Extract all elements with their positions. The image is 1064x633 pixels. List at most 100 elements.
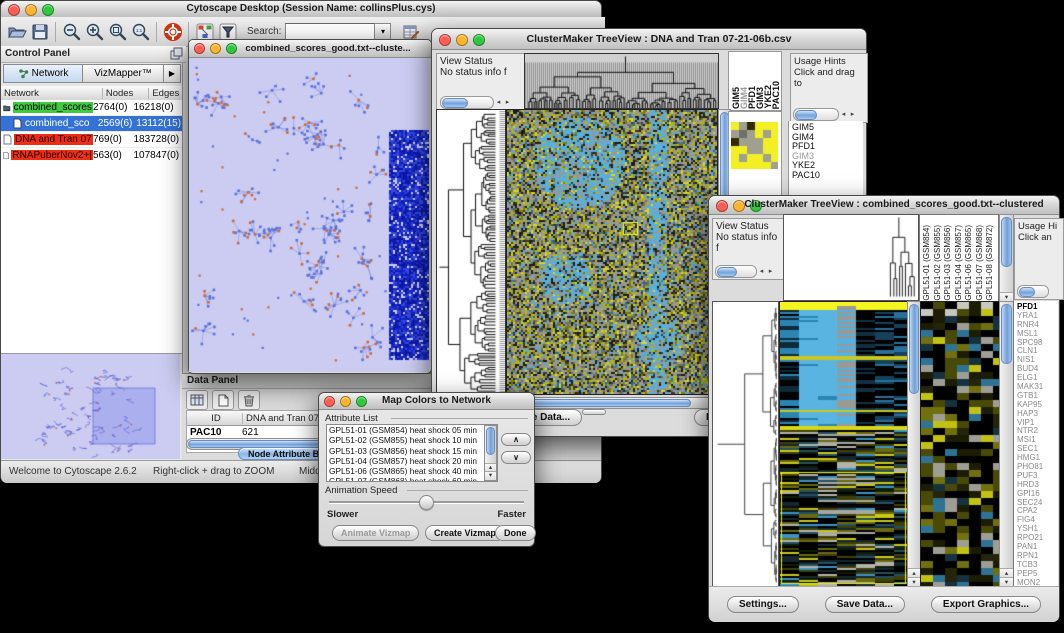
- tv2-column-dendrogram[interactable]: [783, 214, 919, 301]
- gene-label[interactable]: HRD3: [1017, 480, 1058, 489]
- gene-label[interactable]: HAP3: [1017, 409, 1058, 418]
- gene-label[interactable]: CLN1: [1017, 346, 1058, 355]
- gene-label[interactable]: MON2: [1017, 578, 1058, 586]
- column-label[interactable]: GPL51-03 (GSM856): [943, 225, 954, 301]
- network-row[interactable]: combined_scores 2764(0) 16218(0): [1, 100, 182, 116]
- tv2-zoom-scrollbar[interactable]: ▴ ▾: [999, 301, 1014, 588]
- zoom-out-icon[interactable]: [60, 20, 83, 43]
- zoom-in-icon[interactable]: [83, 20, 106, 43]
- delete-attribute-icon[interactable]: [238, 390, 260, 410]
- zoom-actual-icon[interactable]: 1:1: [129, 20, 152, 43]
- export-graphics-button[interactable]: [582, 409, 606, 415]
- gene-label[interactable]: KAP95: [1017, 400, 1058, 409]
- save-data-button[interactable]: Save Data...: [825, 596, 905, 613]
- create-vizmap-button[interactable]: Create Vizmap: [425, 525, 505, 541]
- scroll-right-icon[interactable]: ▸: [503, 98, 512, 106]
- col-edges[interactable]: Edges: [149, 88, 182, 99]
- tv1-global-heatmap[interactable]: [506, 109, 718, 395]
- gene-label[interactable]: BUD4: [1017, 364, 1058, 373]
- scroll-down-icon[interactable]: ▾: [489, 472, 492, 479]
- scroll-up-icon[interactable]: ▴: [912, 570, 915, 577]
- attribute-item[interactable]: GPL51-04 (GSM857) heat shock 20 min: [329, 456, 497, 466]
- minimize-button[interactable]: [210, 43, 221, 54]
- attribute-item[interactable]: GPL51-03 (GSM856) heat shock 15 min: [329, 446, 497, 456]
- network-canvas[interactable]: [189, 58, 429, 372]
- gene-label[interactable]: PAN1: [1017, 542, 1058, 551]
- zoom-selected-icon[interactable]: [106, 20, 129, 43]
- export-graphics-button[interactable]: Export Graphics...: [931, 596, 1041, 613]
- gene-label[interactable]: PEP5: [1017, 569, 1058, 578]
- tv2-zoom-heatmap[interactable]: [920, 301, 1000, 588]
- column-label[interactable]: GPL51-08 (GSM872): [985, 225, 996, 301]
- scroll-left-icon[interactable]: ◂: [757, 267, 766, 275]
- treeview1-titlebar[interactable]: ClusterMaker TreeView : DNA and Tran 07-…: [432, 29, 866, 50]
- gene-label[interactable]: CPA2: [1017, 506, 1058, 515]
- gene-label[interactable]: GPI16: [1017, 489, 1058, 498]
- column-label[interactable]: PAC10: [772, 81, 780, 109]
- network-view-titlebar[interactable]: combined_scores_good.txt--cluste...: [189, 40, 431, 58]
- close-button[interactable]: [194, 43, 205, 54]
- col-nodes[interactable]: Nodes: [103, 88, 150, 99]
- gene-label[interactable]: PHO81: [1017, 462, 1058, 471]
- gene-label[interactable]: RNR4: [1017, 320, 1058, 329]
- speed-slider-thumb[interactable]: [419, 495, 434, 510]
- tab-overflow-button[interactable]: ▶: [164, 64, 181, 83]
- scroll-down-icon[interactable]: ▾: [912, 579, 915, 586]
- dialog-titlebar[interactable]: Map Colors to Network: [319, 393, 534, 410]
- search-input[interactable]: [285, 23, 375, 41]
- save-icon[interactable]: [28, 20, 51, 43]
- status-scroll-pill[interactable]: ◂ ▸: [793, 108, 857, 120]
- close-button[interactable]: [439, 34, 451, 46]
- network-row[interactable]: DNA and Tran 07 769(0) 183728(0): [1, 132, 182, 148]
- gene-label[interactable]: SEC1: [1017, 444, 1058, 453]
- gene-label[interactable]: MSL1: [1017, 329, 1058, 338]
- gene-label[interactable]: NTR2: [1017, 426, 1058, 435]
- col-network[interactable]: Network: [1, 88, 103, 99]
- scroll-left-icon[interactable]: ◂: [839, 110, 848, 118]
- gene-label[interactable]: SPC98: [1017, 338, 1058, 347]
- network-row-selected[interactable]: combined_sco 2569(6) 13112(15): [1, 116, 182, 132]
- tv2-vscrollbar[interactable]: ▴ ▾: [907, 301, 921, 588]
- status-scroll-pill[interactable]: ◂ ▸: [715, 265, 775, 277]
- close-button[interactable]: [716, 200, 728, 212]
- scroll-right-icon[interactable]: ▸: [766, 267, 775, 275]
- gene-label[interactable]: TCB3: [1017, 560, 1058, 569]
- tv1-zoom-heatmap[interactable]: [731, 122, 778, 169]
- settings-button[interactable]: Settings...: [727, 596, 799, 613]
- tv2-collabel-scrollbar[interactable]: ▾: [999, 214, 1014, 303]
- attribute-item[interactable]: GPL51-07 (GSM868) heat shock 60 min: [329, 476, 497, 482]
- column-label[interactable]: GPL51-02 (GSM855): [933, 225, 944, 301]
- tv1-column-dendrogram[interactable]: [524, 53, 719, 109]
- scroll-up-icon[interactable]: ▴: [1005, 570, 1008, 577]
- attribute-item[interactable]: GPL51-01 (GSM854) heat shock 05 min: [329, 425, 497, 435]
- attribute-select-icon[interactable]: [186, 390, 208, 410]
- new-attribute-icon[interactable]: [212, 390, 234, 410]
- network-overview-panel[interactable]: [1, 353, 182, 461]
- gene-label[interactable]: VIP1: [1017, 418, 1058, 427]
- tv1-hscrollbar[interactable]: [506, 397, 718, 409]
- tv1-row-dendrogram[interactable]: [436, 109, 506, 395]
- gene-label[interactable]: PUF3: [1017, 471, 1058, 480]
- gene-label[interactable]: HMG1: [1017, 453, 1058, 462]
- help-lifebuoy-icon[interactable]: [161, 20, 184, 43]
- close-button[interactable]: [324, 396, 335, 407]
- treeview2-titlebar[interactable]: ClusterMaker TreeView : combined_scores_…: [709, 196, 1059, 215]
- move-up-button[interactable]: ∧: [501, 433, 531, 446]
- animate-vizmap-button[interactable]: Animate Vizmap: [332, 525, 419, 541]
- gene-label[interactable]: SEC24: [1017, 498, 1058, 507]
- gene-label[interactable]: RPO21: [1017, 533, 1058, 542]
- scroll-left-icon[interactable]: ◂: [494, 98, 503, 106]
- gene-label[interactable]: YSH1: [1017, 524, 1058, 533]
- attribute-item[interactable]: GPL51-06 (GSM865) heat shock 40 min: [329, 466, 497, 476]
- attribute-listbox[interactable]: GPL51-01 (GSM854) heat shock 05 min GPL51…: [326, 424, 498, 482]
- scroll-right-icon[interactable]: ▸: [848, 110, 857, 118]
- scroll-up-icon[interactable]: ▴: [489, 464, 492, 471]
- gene-label[interactable]: RPN1: [1017, 551, 1058, 560]
- column-label[interactable]: GPL51-07 (GSM868): [975, 225, 986, 301]
- column-label[interactable]: GPL51-01 (GSM854): [922, 225, 933, 301]
- status-scroll-pill[interactable]: ◂ ▸: [440, 96, 512, 108]
- tv2-global-heatmap[interactable]: [779, 301, 908, 588]
- col-id[interactable]: ID: [187, 413, 243, 424]
- gene-label[interactable]: YRA1: [1017, 311, 1058, 320]
- tab-network[interactable]: Network: [3, 64, 83, 83]
